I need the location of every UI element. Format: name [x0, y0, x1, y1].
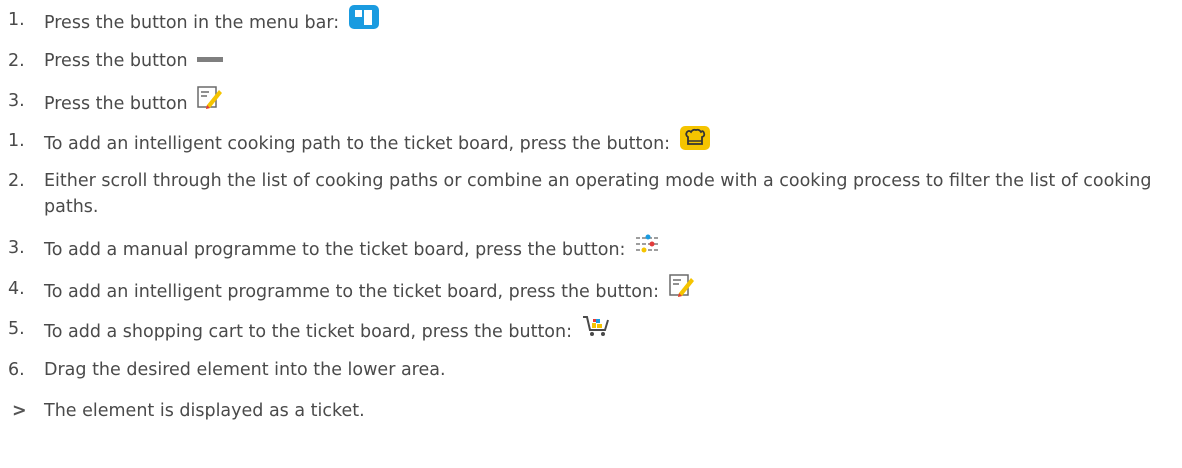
- step-number: 6.: [8, 360, 25, 380]
- cooking-path-icon: [679, 126, 710, 158]
- step-2a: 2. Press the button: [8, 48, 1174, 74]
- instruction-document: 1. Press the button in the menu bar: 2. …: [0, 0, 1182, 468]
- step-text: Press the button: [44, 51, 188, 71]
- step-text: To add an intelligent cooking path to th…: [44, 134, 671, 154]
- step-number: 3.: [8, 91, 25, 111]
- step-number: 5.: [8, 319, 25, 339]
- edit-program-icon: [197, 86, 223, 118]
- step-3a: 3. Press the button: [8, 86, 1174, 120]
- result-marker: >: [12, 401, 27, 421]
- step-6b: 6. Drag the desired element into the low…: [8, 357, 1174, 383]
- result-text: The element is displayed as a ticket.: [44, 401, 365, 421]
- step-2b: 2. Either scroll through the list of coo…: [8, 168, 1174, 220]
- step-1a: 1. Press the button in the menu bar:: [8, 5, 1174, 39]
- step-1b: 1. To add an intelligent cooking path to…: [8, 126, 1174, 160]
- result-line: > The element is displayed as a ticket.: [8, 398, 1174, 424]
- manual-programme-icon: [635, 233, 661, 263]
- edit-program-icon: [668, 274, 695, 306]
- step-number: 4.: [8, 279, 25, 299]
- step-5b: 5. To add a shopping cart to the ticket …: [8, 316, 1174, 348]
- minus-bar-icon: [197, 46, 224, 72]
- step-number: 2.: [8, 51, 25, 71]
- step-number: 1.: [8, 131, 25, 151]
- step-number: 2.: [8, 171, 25, 191]
- step-text: Drag the desired element into the lower …: [44, 360, 446, 380]
- shopping-cart-icon: [582, 314, 610, 346]
- step-text: Press the button: [44, 94, 188, 114]
- step-text: Either scroll through the list of cookin…: [44, 171, 1152, 217]
- ticket-board-icon: [348, 5, 379, 37]
- step-text: To add an intelligent programme to the t…: [44, 282, 660, 302]
- step-number: 1.: [8, 10, 25, 30]
- step-text: To add a shopping cart to the ticket boa…: [44, 322, 572, 342]
- step-4b: 4. To add an intelligent programme to th…: [8, 274, 1174, 308]
- step-number: 3.: [8, 238, 25, 258]
- step-text: Press the button in the menu bar:: [44, 13, 340, 33]
- step-text: To add a manual programme to the ticket …: [44, 240, 626, 260]
- step-3b: 3. To add a manual programme to the tick…: [8, 233, 1174, 265]
